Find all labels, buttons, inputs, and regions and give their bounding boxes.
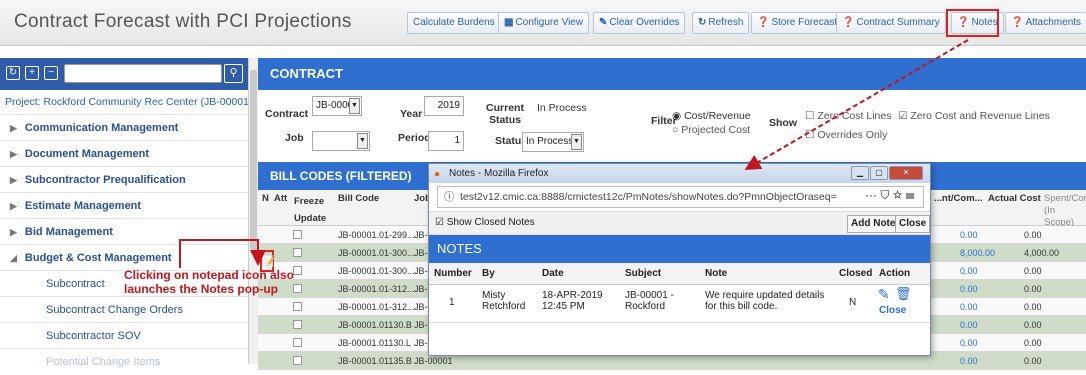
annotation-callout: Clicking on notepad icon also launches t…	[124, 268, 295, 296]
annotation-arrows	[179, 39, 969, 268]
arrow-to-popup	[744, 39, 969, 171]
arrow-to-notepad	[179, 239, 266, 268]
